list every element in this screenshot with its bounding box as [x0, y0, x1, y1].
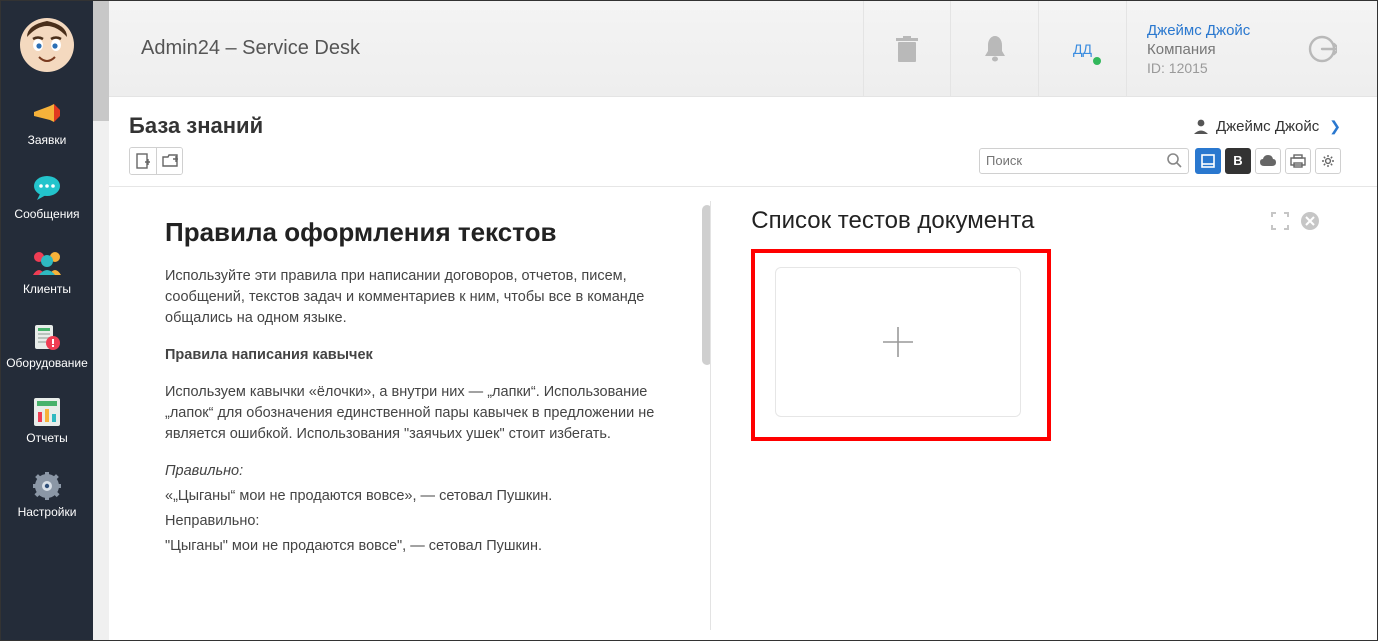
- online-indicator: [1093, 57, 1101, 65]
- add-test-highlight: [751, 249, 1051, 441]
- page-title: База знаний: [129, 113, 1192, 139]
- owner-selector[interactable]: Джеймс Джойс ❯: [1192, 117, 1341, 135]
- article-incorrect-label: Неправильно:: [165, 511, 680, 532]
- close-button[interactable]: [1299, 210, 1321, 232]
- scrollbar-track[interactable]: [93, 1, 109, 640]
- nav-label: Отчеты: [26, 431, 67, 445]
- sidebar: Заявки Сообщения Клиенты Оборудование От…: [1, 1, 93, 640]
- nav-item-messages[interactable]: Сообщения: [1, 161, 93, 235]
- gear-icon: [30, 471, 64, 501]
- user-avatar-chip[interactable]: ДД: [1039, 1, 1127, 97]
- article-pane: Правила оформления текстов Используйте э…: [129, 187, 710, 640]
- nav-item-tickets[interactable]: Заявки: [1, 87, 93, 161]
- megaphone-icon: [30, 99, 64, 129]
- nav-item-equipment[interactable]: Оборудование: [1, 310, 93, 384]
- article-section-heading: Правила написания кавычек: [165, 345, 680, 366]
- user-initials: ДД: [1073, 41, 1092, 57]
- header: Admin24 – Service Desk ДД Джеймс Джойс К…: [93, 1, 1377, 97]
- search-icon: [1167, 153, 1182, 168]
- tests-pane: Список тестов документа: [711, 187, 1341, 640]
- search-input[interactable]: [986, 153, 1167, 168]
- user-company: Компания: [1147, 41, 1267, 58]
- nav-item-clients[interactable]: Клиенты: [1, 236, 93, 310]
- search-box[interactable]: [979, 148, 1189, 174]
- new-document-button[interactable]: [130, 148, 156, 174]
- nav-label: Заявки: [28, 133, 67, 147]
- cloud-button[interactable]: [1255, 148, 1281, 174]
- new-folder-button[interactable]: [156, 148, 182, 174]
- bell-button[interactable]: [951, 1, 1039, 97]
- plus-icon: [879, 323, 917, 361]
- owner-name: Джеймс Джойс: [1216, 118, 1319, 135]
- content: Правила оформления текстов Используйте э…: [93, 187, 1377, 640]
- nav-item-reports[interactable]: Отчеты: [1, 385, 93, 459]
- print-button[interactable]: [1285, 148, 1311, 174]
- nav-label: Клиенты: [23, 282, 71, 296]
- nav-item-settings[interactable]: Настройки: [1, 459, 93, 533]
- subheader: База знаний Джеймс Джойс ❯: [93, 97, 1377, 147]
- article-intro: Используйте эти правила при написании до…: [165, 266, 680, 329]
- equipment-icon: [30, 322, 64, 352]
- trash-button[interactable]: [863, 1, 951, 97]
- view-mode-button[interactable]: [1195, 148, 1221, 174]
- user-icon: [1192, 117, 1210, 135]
- user-id: ID: 12015: [1147, 60, 1267, 76]
- tests-pane-title: Список тестов документа: [751, 207, 1269, 235]
- article-correct-example: «„Цыганы“ мои не продаются вовсе», — сет…: [165, 486, 680, 507]
- reports-icon: [30, 397, 64, 427]
- nav-label: Настройки: [18, 505, 77, 519]
- toolbar: B: [93, 147, 1377, 187]
- nav-label: Оборудование: [6, 356, 88, 370]
- article-scrollbar[interactable]: [702, 205, 710, 365]
- user-name-link[interactable]: Джеймс Джойс: [1147, 22, 1267, 39]
- article-correct-label: Правильно:: [165, 461, 680, 482]
- user-info: Джеймс Джойс Компания ID: 12015: [1127, 22, 1287, 76]
- chat-icon: [30, 173, 64, 203]
- app-title: Admin24 – Service Desk: [141, 37, 863, 60]
- article-para-quotes: Используем кавычки «ёлочки», а внутри ни…: [165, 382, 680, 445]
- nav-label: Сообщения: [14, 207, 79, 221]
- scrollbar-thumb[interactable]: [93, 1, 109, 121]
- avatar[interactable]: [19, 17, 75, 73]
- article-title: Правила оформления текстов: [165, 217, 680, 248]
- users-icon: [30, 248, 64, 278]
- add-test-card[interactable]: [775, 267, 1021, 417]
- fullscreen-button[interactable]: [1269, 210, 1291, 232]
- blog-button[interactable]: B: [1225, 148, 1251, 174]
- chevron-down-icon: ❯: [1329, 118, 1341, 135]
- logout-button[interactable]: [1287, 1, 1357, 97]
- article-incorrect-example: "Цыганы" мои не продаются вовсе", — сето…: [165, 536, 680, 557]
- settings-button[interactable]: [1315, 148, 1341, 174]
